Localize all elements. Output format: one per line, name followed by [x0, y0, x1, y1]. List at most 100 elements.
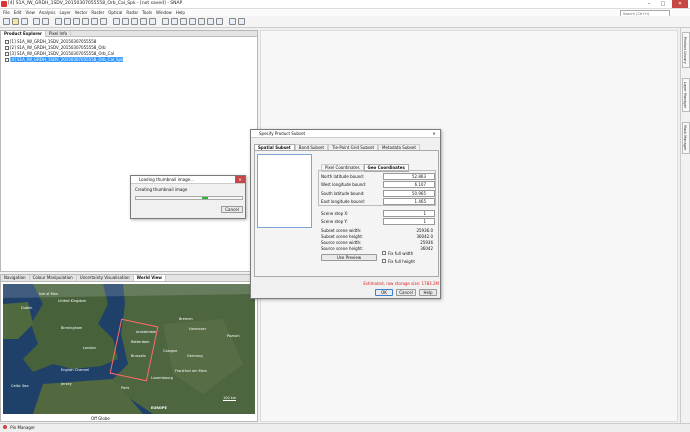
south-lat-label: South latitude bound:: [321, 191, 365, 196]
toolbar: [0, 16, 690, 28]
sync-view-icon[interactable]: [238, 18, 245, 25]
zoom-in-icon[interactable]: [131, 18, 138, 25]
tab-uncertainty[interactable]: Uncertainty Visualisation: [77, 275, 134, 281]
product-row-selected[interactable]: [4] S1A_IW_GRDH_1SDV_20150307055558_Orb_…: [5, 57, 124, 62]
map-label: Amsterdam: [136, 330, 157, 334]
magic-wand-icon[interactable]: [207, 18, 214, 25]
menu-optical[interactable]: Optical: [108, 9, 122, 16]
tab-colour-manipulation[interactable]: Colour Manipulation: [30, 275, 77, 281]
product-row[interactable]: [1] S1A_IW_GRDH_1SDV_20150307055558: [5, 39, 96, 44]
dialog-close-icon[interactable]: ✕: [430, 130, 438, 137]
product-icon: [5, 58, 9, 62]
menu-window[interactable]: Window: [156, 9, 172, 16]
sync-cursor-icon[interactable]: [229, 18, 236, 25]
scatter-icon[interactable]: [73, 18, 80, 25]
menu-analysis[interactable]: Analysis: [39, 9, 55, 16]
tab-navigation[interactable]: Navigation: [1, 275, 30, 281]
undo-icon[interactable]: [33, 18, 40, 25]
fix-height-checkbox[interactable]: [382, 259, 386, 263]
tab-mask-manager[interactable]: Mask Manager: [682, 122, 690, 154]
menu-file[interactable]: File: [3, 9, 10, 16]
open-icon[interactable]: [12, 18, 19, 25]
draw-rect-icon[interactable]: [180, 18, 187, 25]
product-row[interactable]: [3] S1A_IW_GRDH_1SDV_20150307055558_Orb_…: [5, 51, 114, 56]
menu-tools[interactable]: Tools: [142, 9, 152, 16]
map-label: Celtic Sea: [11, 384, 29, 388]
fix-width-label: Fix full width: [388, 251, 414, 256]
right-sidebar: Product Library Layer Manager Mask Manag…: [680, 28, 690, 423]
map-label: Poznań: [227, 334, 240, 338]
thumbnail-preview[interactable]: [257, 154, 312, 228]
dialog-close-icon[interactable]: ✕: [235, 176, 245, 183]
zoom-out-icon[interactable]: [140, 18, 147, 25]
tab-layer-manager[interactable]: Layer Manager: [682, 78, 690, 112]
menu-view[interactable]: View: [25, 9, 35, 16]
spectrum-icon[interactable]: [100, 18, 107, 25]
title-bar: [4] S1A_IW_GRDH_1SDV_20150307055558_Orb_…: [0, 0, 690, 9]
help-button[interactable]: Help: [419, 289, 437, 296]
north-lat-field[interactable]: 52.863: [383, 173, 435, 180]
map-label: Rotterdam: [131, 340, 150, 344]
map-label: Frankfurt am Main: [175, 369, 207, 373]
menu-layer[interactable]: Layer: [59, 9, 70, 16]
close-button[interactable]: ✕: [672, 0, 688, 8]
menu-help[interactable]: Help: [176, 9, 185, 16]
menu-raster[interactable]: Raster: [91, 9, 104, 16]
cancel-button[interactable]: Cancel: [396, 289, 416, 296]
range-finder-icon[interactable]: [216, 18, 223, 25]
step-y-field[interactable]: 1: [383, 218, 435, 225]
map-label: Hannover: [189, 327, 207, 331]
pan-icon[interactable]: [149, 18, 156, 25]
west-lon-label: West longitude bound:: [321, 182, 367, 187]
east-lon-label: East longitude bound:: [321, 199, 365, 204]
draw-line-icon[interactable]: [171, 18, 178, 25]
menu-radar[interactable]: Radar: [126, 9, 138, 16]
save-icon[interactable]: [21, 18, 28, 25]
new-icon[interactable]: [3, 18, 10, 25]
tab-product-explorer[interactable]: Product Explorer: [1, 31, 46, 37]
map-label: Cologne: [163, 349, 178, 353]
storage-estimate: Estimated, raw storage size: 1783.2M: [363, 281, 439, 286]
product-icon: [5, 40, 9, 44]
map-label: Germany: [187, 354, 204, 358]
histogram-icon[interactable]: [64, 18, 71, 25]
product-label: [4] S1A_IW_GRDH_1SDV_20150307055558_Orb_…: [10, 57, 124, 62]
map-scale: 100 km: [223, 396, 237, 401]
north-lat-label: North latitude bound:: [321, 174, 365, 179]
menu-vector[interactable]: Vector: [75, 9, 88, 16]
map-label: London: [83, 346, 96, 350]
east-lon-field[interactable]: 1.465: [383, 198, 435, 205]
status-bar: Pin Manager: [0, 423, 690, 431]
world-map[interactable]: Isle of Man United Kingdom Dublin Birmin…: [3, 284, 255, 414]
use-preview-button[interactable]: Use Preview: [321, 254, 377, 261]
tab-pixel-info[interactable]: Pixel Info: [46, 31, 72, 37]
minimize-button[interactable]: –: [642, 0, 656, 8]
select-icon[interactable]: [162, 18, 169, 25]
pin-manager-icon[interactable]: [3, 425, 7, 429]
product-row[interactable]: [2] S1A_IW_GRDH_1SDV_20150307055558_Orb: [5, 45, 106, 50]
redo-icon[interactable]: [42, 18, 49, 25]
fix-width-checkbox[interactable]: [382, 251, 386, 255]
map-label: United Kingdom: [58, 299, 87, 303]
cancel-button[interactable]: Cancel: [221, 206, 243, 213]
map-label: Bremen: [179, 317, 193, 321]
ok-button[interactable]: OK: [375, 289, 393, 296]
fix-height-label: Fix full height: [388, 259, 415, 264]
tab-product-library[interactable]: Product Library: [682, 32, 690, 68]
bottom-tab-strip: Navigation Colour Manipulation Uncertainty…: [1, 275, 257, 282]
band-maths-icon[interactable]: [55, 18, 62, 25]
tab-world-view[interactable]: World View: [133, 275, 166, 281]
profile-icon[interactable]: [91, 18, 98, 25]
menu-edit[interactable]: Edit: [14, 9, 22, 16]
pin-icon[interactable]: [113, 18, 120, 25]
gcp-icon[interactable]: [122, 18, 129, 25]
maximize-button[interactable]: □: [656, 0, 670, 8]
draw-polygon-icon[interactable]: [189, 18, 196, 25]
draw-ellipse-icon[interactable]: [198, 18, 205, 25]
pin-manager-tab[interactable]: Pin Manager: [10, 425, 35, 430]
map-label: Luxembourg: [151, 376, 173, 380]
statistics-icon[interactable]: [82, 18, 89, 25]
south-lat-field[interactable]: 50.965: [383, 190, 435, 197]
west-lon-field[interactable]: 6.107: [383, 181, 435, 188]
step-x-field[interactable]: 1: [383, 210, 435, 217]
